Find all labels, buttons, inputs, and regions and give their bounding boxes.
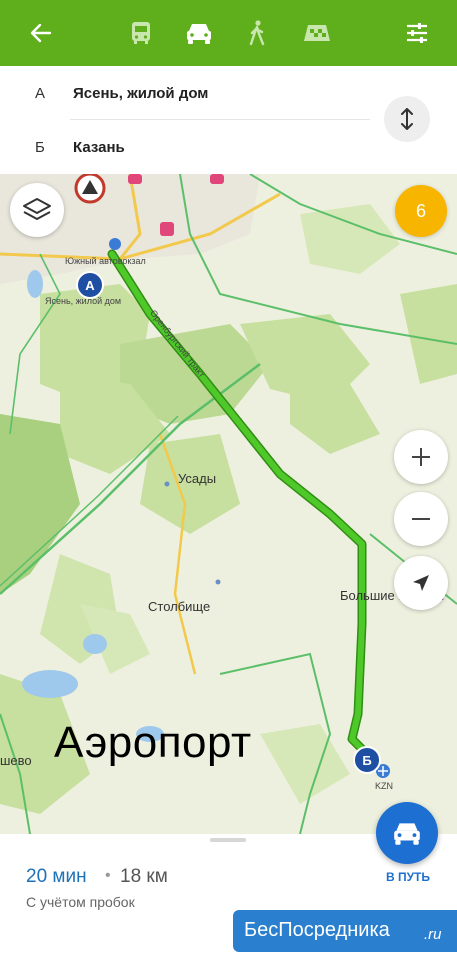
navigator-app: А Ясень, жилой дом Б Казань Южный автово… (0, 0, 457, 960)
promo-suffix: .ru (424, 926, 442, 943)
sheet-grabber[interactable] (210, 838, 246, 842)
label-village-stolbishche: Столбище (148, 599, 211, 614)
label-village-partial: шево (0, 753, 32, 768)
back-button[interactable] (20, 0, 62, 66)
label-airport-code: KZN (375, 781, 393, 791)
promo-text: БесПосредника (244, 919, 390, 941)
minus-icon (412, 518, 430, 520)
label-village-usady: Усады (178, 471, 217, 486)
route-point-from[interactable]: А Ясень, жилой дом (0, 66, 380, 120)
route-settings-button[interactable] (396, 0, 438, 66)
travel-time: 20 мин (26, 866, 87, 887)
car-icon (187, 24, 211, 44)
sliders-icon (407, 23, 427, 43)
start-navigation-label[interactable]: В ПУТЬ (370, 870, 446, 884)
route-point-to[interactable]: Б Казань (0, 120, 380, 174)
navigation-arrow-icon (413, 575, 429, 591)
mode-bus-tab[interactable] (120, 0, 162, 66)
to-letter: Б (35, 138, 45, 156)
travel-distance: 18 км (120, 866, 168, 887)
mode-walk-tab[interactable] (236, 0, 278, 66)
route-start-marker[interactable]: А (76, 271, 104, 299)
layers-icon (23, 198, 51, 220)
mode-taxi-tab[interactable] (296, 0, 338, 66)
from-letter: А (35, 84, 46, 102)
map-caption: Аэропорт (54, 718, 252, 767)
arrow-left-icon (30, 23, 52, 43)
walk-icon (249, 20, 265, 46)
swap-vertical-icon (401, 108, 413, 130)
bus-icon (132, 22, 150, 44)
route-end-marker[interactable]: Б (353, 746, 381, 774)
start-navigation-button[interactable] (376, 802, 438, 864)
label-bus-station: Южный автовокзал (65, 256, 146, 266)
swap-points-button[interactable] (384, 96, 430, 142)
plus-icon (412, 448, 430, 466)
map-layers-button[interactable] (10, 183, 64, 237)
to-place-field[interactable]: Казань (73, 139, 125, 156)
zoom-out-button[interactable] (394, 492, 448, 546)
from-place-field[interactable]: Ясень, жилой дом (73, 85, 208, 102)
traffic-level-badge[interactable]: 6 (395, 185, 447, 237)
map-view[interactable]: Южный автовокзал Ясень, жилой дом Оренбу… (0, 174, 457, 834)
transport-mode-bar (0, 0, 457, 66)
route-points-panel: А Ясень, жилой дом Б Казань (0, 66, 457, 174)
traffic-note: С учётом пробок (26, 894, 135, 910)
zoom-in-button[interactable] (394, 430, 448, 484)
taxi-icon (304, 25, 330, 41)
summary-separator: • (105, 867, 111, 884)
car-front-icon (394, 823, 420, 845)
mode-car-tab[interactable] (178, 0, 220, 66)
locate-me-button[interactable] (394, 556, 448, 610)
